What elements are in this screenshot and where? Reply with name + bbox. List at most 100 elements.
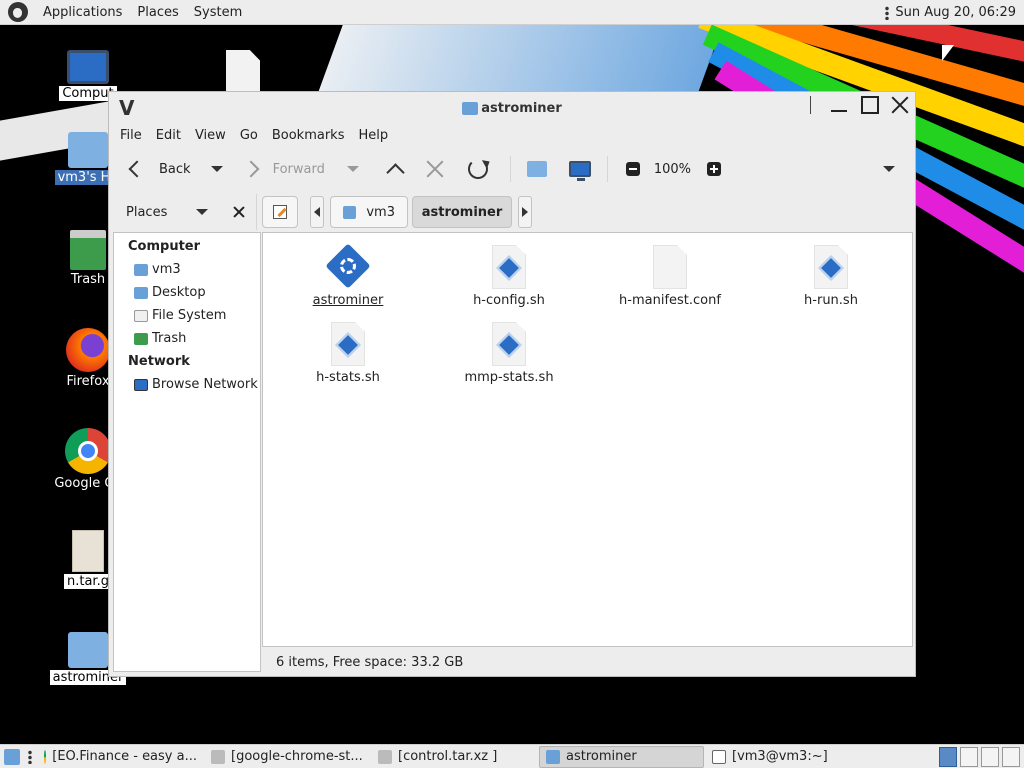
breadcrumb-astrominer[interactable]: astrominer <box>412 196 512 228</box>
reload-icon[interactable] <box>467 159 488 179</box>
sidebar-item-desktop[interactable]: Desktop <box>114 281 260 304</box>
workspace-switcher <box>936 746 1020 767</box>
file-name: h-run.sh <box>804 293 858 308</box>
desktop-icon-label: Firefox <box>66 374 110 389</box>
menu-view[interactable]: View <box>195 128 226 143</box>
window-menu-icon[interactable]: V <box>119 96 134 120</box>
up-arrow-icon[interactable] <box>386 162 405 182</box>
menu-bookmarks[interactable]: Bookmarks <box>272 128 345 143</box>
sidebar-item-file-system[interactable]: File System <box>114 304 260 327</box>
file-manager-window: V astrominer File Edit View Go Bookmarks… <box>108 91 916 677</box>
forward-label: Forward <box>272 161 325 177</box>
file-item[interactable]: mmp-stats.sh <box>434 322 584 385</box>
sidebar-item-label: Trash <box>152 331 187 346</box>
desktop-folder-icon <box>134 286 148 299</box>
file-view[interactable]: astrominer h-config.sh h-manifest.conf h… <box>262 232 913 647</box>
applications-menu[interactable]: Applications <box>43 5 122 20</box>
path-scroll-left-button[interactable] <box>310 196 324 228</box>
close-button[interactable] <box>889 94 911 116</box>
forward-button[interactable]: Forward <box>242 160 325 178</box>
stop-icon[interactable] <box>426 160 444 178</box>
places-menu[interactable]: Places <box>137 5 178 20</box>
zoom-level[interactable]: 100% <box>654 162 691 177</box>
maximize-button[interactable] <box>859 94 881 116</box>
script-icon <box>331 322 365 366</box>
sidebar-heading-network: Network <box>128 354 190 369</box>
sidebar-item-browse-network[interactable]: Browse Network <box>114 373 260 396</box>
chrome-icon <box>44 749 47 764</box>
title-bar[interactable]: V astrominer <box>109 92 915 124</box>
side-pane-selector[interactable]: Places <box>126 205 167 220</box>
workspace-3[interactable] <box>981 746 999 767</box>
file-name: h-manifest.conf <box>619 293 721 308</box>
menu-help[interactable]: Help <box>358 128 388 143</box>
desktop-file-icon[interactable] <box>226 50 260 92</box>
file-item[interactable]: h-manifest.conf <box>595 245 745 308</box>
file-item[interactable]: h-stats.sh <box>273 322 423 385</box>
panel-handle-icon[interactable] <box>885 5 890 20</box>
sidebar-item-label: Desktop <box>152 285 206 300</box>
home-folder-icon[interactable] <box>526 161 547 177</box>
taskbar-item-chrome[interactable]: [EO.Finance - easy a... <box>38 746 203 768</box>
minimize-button[interactable] <box>829 94 851 116</box>
system-menu[interactable]: System <box>194 5 242 20</box>
places-sidebar: Computer vm3 Desktop File System Trash N… <box>113 232 261 672</box>
toggle-location-entry-button[interactable] <box>262 196 298 228</box>
home-folder-icon <box>68 132 108 168</box>
text-file-icon <box>653 245 687 289</box>
divider <box>810 96 811 114</box>
taskbar-item-archive-2[interactable]: [control.tar.xz ] <box>372 746 537 768</box>
pencil-icon <box>273 205 287 219</box>
taskbar-item-label: [control.tar.xz ] <box>398 749 498 764</box>
archive-manager-icon <box>378 749 392 764</box>
side-pane-dropdown[interactable] <box>196 209 208 215</box>
panel-handle-icon[interactable] <box>28 749 32 764</box>
home-folder-icon <box>134 263 148 276</box>
workspace-4[interactable] <box>1002 746 1020 767</box>
taskbar-item-terminal[interactable]: [vm3@vm3:~] <box>706 746 866 768</box>
location-bar: Places vm3 astrominer <box>109 192 915 232</box>
path-scroll-right-button[interactable] <box>518 196 532 228</box>
taskbar-item-astrominer[interactable]: astrominer <box>539 745 704 768</box>
menu-go[interactable]: Go <box>240 128 258 143</box>
folder-icon <box>68 632 108 668</box>
desktop-icon-label: Trash <box>70 272 106 287</box>
menu-edit[interactable]: Edit <box>156 128 181 143</box>
menu-bar: File Edit View Go Bookmarks Help <box>109 124 915 146</box>
clock[interactable]: Sun Aug 20, 06:29 <box>895 5 1016 20</box>
top-panel: Applications Places System Sun Aug 20, 0… <box>0 0 1024 25</box>
back-history-dropdown[interactable] <box>210 166 223 172</box>
back-button[interactable]: Back <box>128 160 191 178</box>
file-item[interactable]: h-config.sh <box>434 245 584 308</box>
folder-icon <box>462 101 479 115</box>
zoom-in-icon[interactable] <box>707 162 722 176</box>
window-title: astrominer <box>462 101 562 116</box>
close-side-pane-icon[interactable] <box>234 207 244 217</box>
file-item[interactable]: h-run.sh <box>756 245 906 308</box>
forward-history-dropdown[interactable] <box>346 166 359 172</box>
chevron-right-icon <box>242 160 260 178</box>
breadcrumb-vm3[interactable]: vm3 <box>330 196 408 228</box>
sidebar-item-vm3[interactable]: vm3 <box>114 258 260 281</box>
zoom-out-icon[interactable] <box>625 162 640 176</box>
divider <box>256 194 257 230</box>
taskbar-item-archive-1[interactable]: [google-chrome-st... <box>205 746 370 768</box>
bottom-taskbar: [EO.Finance - easy a... [google-chrome-s… <box>0 744 1024 768</box>
gnome-foot-icon[interactable] <box>8 2 28 22</box>
toolbar-overflow-dropdown[interactable] <box>883 166 895 172</box>
script-icon <box>492 245 526 289</box>
network-icon <box>134 378 148 391</box>
sidebar-item-label: Browse Network <box>152 377 258 392</box>
menu-file[interactable]: File <box>120 128 142 143</box>
workspace-2[interactable] <box>960 746 978 767</box>
sidebar-item-trash[interactable]: Trash <box>114 327 260 350</box>
show-desktop-icon[interactable] <box>4 748 20 765</box>
toolbar: Back Forward 100% <box>109 146 915 192</box>
workspace-1[interactable] <box>939 746 957 767</box>
mouse-cursor-icon <box>942 45 954 61</box>
file-item[interactable]: astrominer <box>273 243 423 308</box>
computer-icon[interactable] <box>568 161 591 181</box>
content-area: Computer vm3 Desktop File System Trash N… <box>113 232 913 672</box>
triangle-right-icon <box>522 207 528 217</box>
computer-icon <box>67 50 109 84</box>
